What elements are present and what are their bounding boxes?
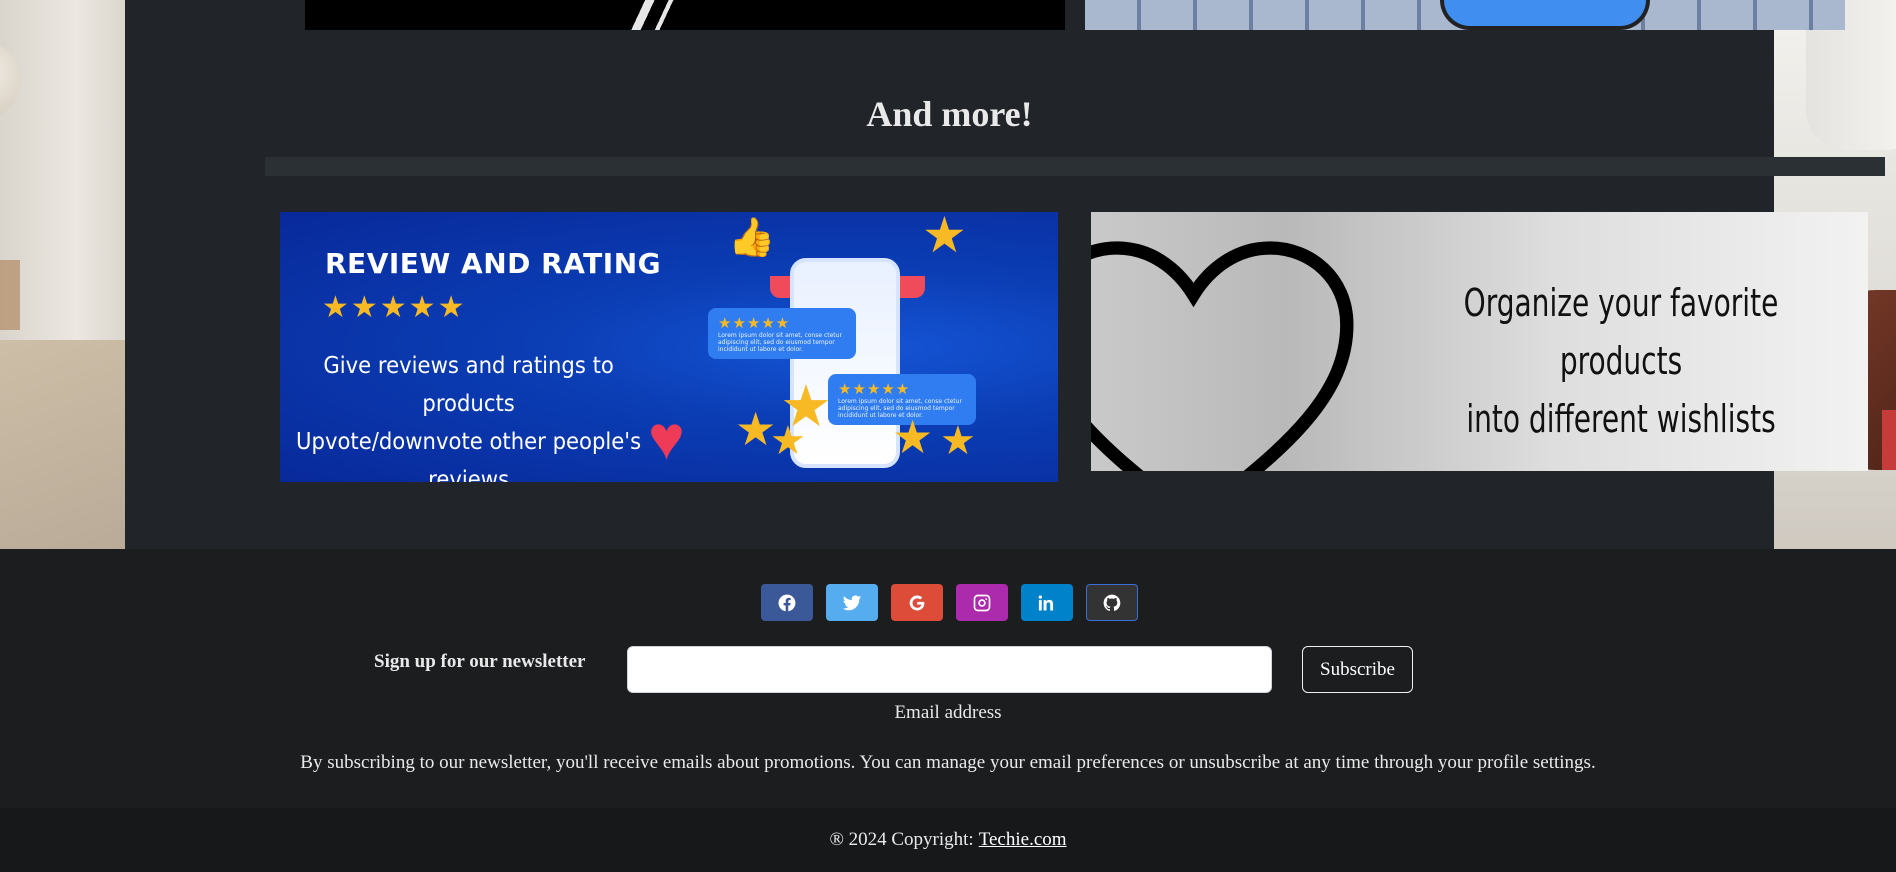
lamp-base-shape [0, 260, 20, 330]
email-address-label: Email address [894, 702, 1002, 723]
wishlist-card: Organize your favorite products into dif… [1091, 212, 1868, 471]
review-bubble: ★★★★★ Lorem ipsum dolor sit amet, conse … [708, 308, 856, 359]
review-rating-card: REVIEW AND RATING ★★★★★ Give reviews and… [280, 212, 1058, 482]
heart-icon: ♥ [648, 405, 685, 473]
lamp-shadow-shape [0, 340, 125, 549]
google-icon [909, 595, 924, 610]
star-icon: ★ [892, 412, 934, 463]
review-card-line2: Upvote/downvote other people's reviews [296, 429, 642, 482]
bubble-stars: ★★★★★ [838, 380, 911, 398]
copyright-bar: ® 2024 Copyright: Techie.com [0, 808, 1896, 872]
review-card-heading: REVIEW AND RATING [325, 247, 662, 280]
wishlist-card-line2: into different wishlists [1466, 397, 1776, 441]
facebook-button[interactable] [760, 584, 813, 621]
github-button[interactable] [1085, 584, 1138, 621]
twitter-button[interactable] [825, 584, 878, 621]
email-input[interactable] [627, 646, 1272, 693]
social-links [0, 584, 1896, 621]
review-card-text: Give reviews and ratings to products Upv… [280, 347, 657, 482]
copyright-link[interactable]: Techie.com [979, 829, 1067, 851]
section-title: And more! [866, 94, 1033, 134]
star-icon: ★ [940, 418, 976, 463]
section-divider [265, 157, 1885, 176]
image-fragment [1440, 0, 1650, 30]
instagram-button[interactable] [955, 584, 1008, 621]
image-fragment [617, 0, 697, 30]
instagram-icon [973, 594, 990, 611]
heart-outline-icon [1091, 241, 1354, 471]
wishlist-card-text: Organize your favorite products into dif… [1432, 274, 1809, 448]
review-card-line1: Give reviews and ratings to products [323, 353, 614, 417]
watch-strap-shape [1882, 410, 1896, 470]
facebook-icon [777, 594, 795, 611]
subscribe-button[interactable]: Subscribe [1302, 646, 1413, 693]
bubble-stars: ★★★★★ [718, 314, 791, 332]
feature-image-top-left [305, 0, 1065, 30]
wishlist-card-line1: Organize your favorite products [1463, 281, 1779, 383]
google-button[interactable] [890, 584, 943, 621]
feature-image-top-right [1085, 0, 1845, 30]
newsletter-note: By subscribing to our newsletter, you'll… [300, 752, 1596, 773]
review-card-stars: ★★★★★ [322, 291, 467, 324]
copyright-text: ® 2024 Copyright: [829, 829, 974, 850]
star-icon: ★ [770, 418, 806, 463]
features-panel: And more! REVIEW AND RATING ★★★★★ Give r… [125, 0, 1885, 549]
star-icon: ★ [922, 212, 967, 263]
linkedin-icon [1038, 595, 1053, 610]
newsletter-label: Sign up for our newsletter [374, 651, 586, 672]
lamp-shape [0, 40, 20, 120]
twitter-icon [842, 594, 861, 610]
bubble-text: Lorem ipsum dolor sit amet, conse ctetur… [718, 332, 842, 353]
linkedin-button[interactable] [1020, 584, 1073, 621]
github-icon [1103, 594, 1120, 611]
thumbs-up-icon: 👍 [728, 217, 776, 259]
